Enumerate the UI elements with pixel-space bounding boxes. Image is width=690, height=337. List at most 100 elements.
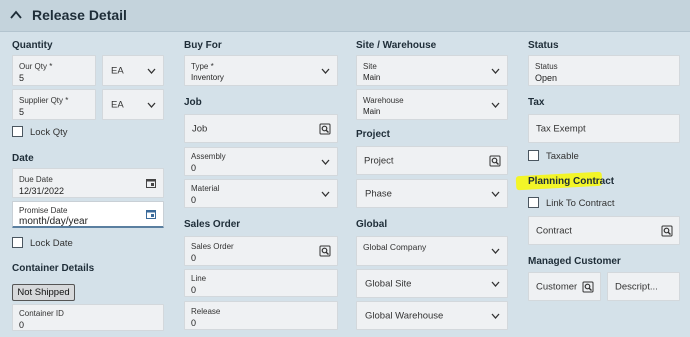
release-field[interactable]: Release 0 xyxy=(184,301,338,330)
global-heading: Global xyxy=(356,219,388,230)
global-site-select[interactable]: Global Site xyxy=(356,269,508,298)
line-label: Line xyxy=(191,274,207,283)
project-lookup-field[interactable]: Project xyxy=(356,146,508,175)
lookup-search-icon[interactable] xyxy=(319,245,331,257)
global-site-label: Global Site xyxy=(365,278,412,289)
supplier-qty-field[interactable]: Supplier Qty * 5 xyxy=(12,89,96,120)
chevron-down-icon xyxy=(491,68,500,74)
status-value: Open xyxy=(535,73,558,83)
chevron-down-icon xyxy=(491,248,500,254)
status-label: Status xyxy=(535,62,558,71)
type-label: Type * xyxy=(191,62,214,71)
lookup-search-icon[interactable] xyxy=(489,155,501,167)
container-id-field[interactable]: Container ID 0 xyxy=(12,304,164,331)
our-uom-value: EA xyxy=(111,65,124,76)
chevron-down-icon xyxy=(491,102,500,108)
chevron-down-icon xyxy=(491,313,500,319)
material-label: Material xyxy=(191,184,220,193)
release-value: 0 xyxy=(191,318,197,328)
supplier-uom-value: EA xyxy=(111,99,124,110)
site-warehouse-heading: Site / Warehouse xyxy=(356,40,437,51)
container-details-heading: Container Details xyxy=(12,263,95,274)
taxable-checkbox[interactable] xyxy=(528,150,539,161)
lock-date-checkbox[interactable] xyxy=(12,237,23,248)
customer-placeholder: Customer xyxy=(536,281,578,292)
sales-order-heading: Sales Order xyxy=(184,219,241,230)
container-id-label: Container ID xyxy=(19,309,64,318)
sales-order-label: Sales Order xyxy=(191,242,234,251)
chevron-down-icon xyxy=(147,102,156,108)
type-select[interactable]: Type * Inventory xyxy=(184,55,338,86)
material-select[interactable]: Material 0 xyxy=(184,179,338,208)
status-field: Status Open xyxy=(528,55,680,86)
customer-lookup-field[interactable]: Customer xyxy=(528,272,601,301)
release-detail-header[interactable]: Release Detail xyxy=(0,0,690,32)
tax-exempt-field[interactable]: Tax Exempt xyxy=(528,114,680,143)
taxable-label: Taxable xyxy=(546,151,579,162)
due-date-label: Due Date xyxy=(19,175,53,184)
customer-description-field: Descript... xyxy=(607,272,680,301)
due-date-value: 12/31/2022 xyxy=(19,186,65,196)
chevron-down-icon xyxy=(321,159,330,165)
site-value: Main xyxy=(363,73,381,82)
our-qty-field[interactable]: Our Qty * 5 xyxy=(12,55,96,86)
promise-date-field[interactable]: Promise Date month/day/year xyxy=(12,201,164,228)
assembly-select[interactable]: Assembly 0 xyxy=(184,147,338,176)
sales-order-value: 0 xyxy=(191,253,197,263)
our-qty-label: Our Qty * xyxy=(19,62,53,71)
quantity-heading: Quantity xyxy=(12,40,53,51)
due-date-field[interactable]: Due Date 12/31/2022 xyxy=(12,168,164,198)
job-lookup-field[interactable]: Job xyxy=(184,114,338,143)
our-uom-select[interactable]: EA xyxy=(102,55,164,86)
date-heading: Date xyxy=(12,153,34,164)
promise-date-value: month/day/year xyxy=(19,216,88,227)
planning-contract-heading: Planning Contract xyxy=(528,176,615,187)
line-field[interactable]: Line 0 xyxy=(184,269,338,297)
calendar-icon[interactable] xyxy=(146,209,156,219)
contract-lookup-field[interactable]: Contract xyxy=(528,216,680,245)
site-select[interactable]: Site Main xyxy=(356,55,508,86)
lookup-search-icon[interactable] xyxy=(582,281,594,293)
promise-date-label: Promise Date xyxy=(19,206,68,215)
chevron-down-icon xyxy=(491,281,500,287)
buy-for-heading: Buy For xyxy=(184,40,222,51)
not-shipped-badge[interactable]: Not Shipped xyxy=(12,284,75,301)
our-qty-value: 5 xyxy=(19,73,25,83)
supplier-qty-label: Supplier Qty * xyxy=(19,96,69,105)
contract-placeholder: Contract xyxy=(536,225,572,236)
lock-qty-label: Lock Qty xyxy=(30,127,68,138)
tax-exempt-placeholder: Tax Exempt xyxy=(536,123,586,134)
lookup-search-icon[interactable] xyxy=(661,225,673,237)
global-company-select[interactable]: Global Company xyxy=(356,236,508,266)
line-value: 0 xyxy=(191,285,197,295)
global-warehouse-select[interactable]: Global Warehouse xyxy=(356,301,508,330)
sales-order-field[interactable]: Sales Order 0 xyxy=(184,236,338,266)
job-heading: Job xyxy=(184,97,202,108)
phase-select[interactable]: Phase xyxy=(356,179,508,208)
page-title: Release Detail xyxy=(32,7,127,23)
container-id-value: 0 xyxy=(19,320,25,330)
chevron-down-icon xyxy=(321,191,330,197)
tax-heading: Tax xyxy=(528,97,545,108)
calendar-icon[interactable] xyxy=(146,178,156,188)
warehouse-select[interactable]: Warehouse Main xyxy=(356,89,508,120)
lock-date-label: Lock Date xyxy=(30,238,73,249)
customer-description-placeholder: Descript... xyxy=(615,281,658,292)
supplier-uom-select[interactable]: EA xyxy=(102,89,164,120)
chevron-down-icon xyxy=(491,191,500,197)
global-company-label: Global Company xyxy=(363,242,427,252)
chevron-up-icon[interactable] xyxy=(10,9,22,21)
managed-customer-heading: Managed Customer xyxy=(528,256,621,267)
lookup-search-icon[interactable] xyxy=(319,123,331,135)
site-label: Site xyxy=(363,62,377,71)
status-heading: Status xyxy=(528,40,559,51)
lock-qty-checkbox[interactable] xyxy=(12,126,23,137)
assembly-value: 0 xyxy=(191,163,197,173)
link-to-contract-checkbox[interactable] xyxy=(528,197,539,208)
link-to-contract-label: Link To Contract xyxy=(546,198,615,209)
project-placeholder: Project xyxy=(364,155,394,166)
supplier-qty-value: 5 xyxy=(19,107,25,117)
warehouse-value: Main xyxy=(363,107,381,116)
job-placeholder: Job xyxy=(192,123,208,134)
warehouse-label: Warehouse xyxy=(363,96,404,105)
